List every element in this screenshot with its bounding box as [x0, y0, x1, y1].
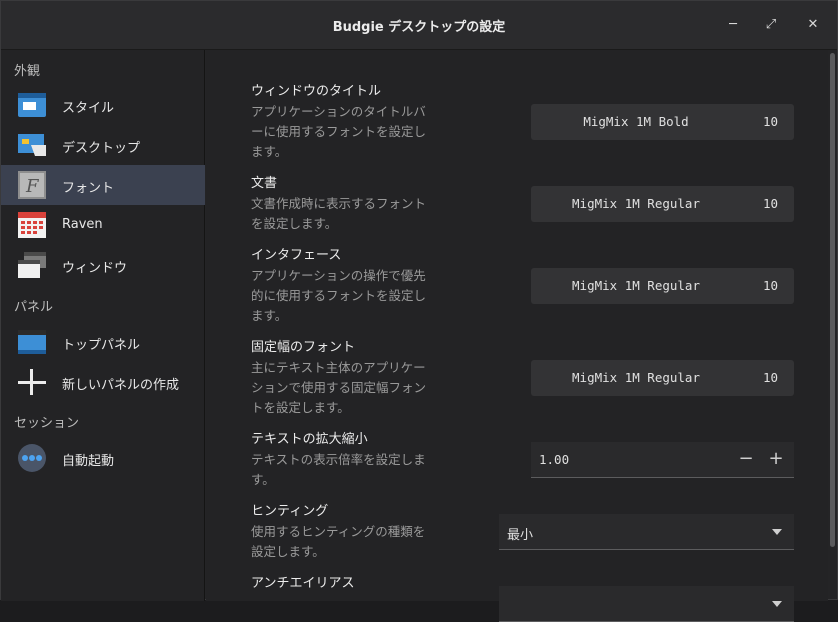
- scrollbar[interactable]: [830, 53, 835, 547]
- sidebar-item-label: ウィンドウ: [62, 261, 128, 276]
- plus-icon: [17, 368, 47, 396]
- title-bar[interactable]: Budgie デスクトップの設定 ─ ⤢ ✕: [1, 1, 837, 50]
- setting-title: 文書: [251, 176, 278, 191]
- sidebar-item-label: デスクトップ: [62, 141, 141, 156]
- increase-button[interactable]: +: [764, 448, 788, 472]
- setting-description: 主にテキスト主体のアプリケーションで使用する固定幅フォントを設定します。: [251, 360, 427, 415]
- maximize-button[interactable]: ⤢: [759, 13, 783, 37]
- interface-font-button[interactable]: MigMix 1M Regular 10: [531, 268, 794, 304]
- window-title-font-button[interactable]: MigMix 1M Bold 10: [531, 104, 794, 140]
- svg-text:F: F: [25, 176, 40, 197]
- desktop-icon: [17, 131, 47, 159]
- font-name: MigMix 1M Regular: [572, 370, 700, 385]
- font-name: MigMix 1M Regular: [572, 196, 700, 211]
- decrease-button[interactable]: −: [734, 448, 758, 472]
- setting-title: アンチエイリアス: [251, 576, 355, 591]
- font-name: MigMix 1M Regular: [572, 278, 700, 293]
- chevron-down-icon: [772, 529, 782, 535]
- sidebar-item-label: トップパネル: [62, 338, 141, 353]
- font-icon: F: [17, 171, 47, 199]
- setting-monospace: 固定幅のフォント 主にテキスト主体のアプリケーションで使用する固定幅フォントを設…: [251, 338, 426, 418]
- sidebar-item-window[interactable]: ウィンドウ: [1, 245, 205, 285]
- setting-interface: インタフェース アプリケーションの操作で優先的に使用するフォントを設定します。: [251, 246, 426, 326]
- sidebar-item-label: Raven: [62, 217, 103, 232]
- font-settings-panel: ウィンドウのタイトル アプリケーションのタイトルバーに使用するフォントを設定しま…: [206, 50, 828, 622]
- hinting-dropdown[interactable]: 最小: [499, 514, 794, 550]
- settings-window: Budgie デスクトップの設定 ─ ⤢ ✕ 外観 スタイル デスクトップ F …: [0, 0, 838, 622]
- section-appearance: 外観: [14, 64, 41, 79]
- setting-title: インタフェース: [251, 248, 342, 263]
- setting-title: ヒンティング: [251, 504, 329, 519]
- monospace-font-button[interactable]: MigMix 1M Regular 10: [531, 360, 794, 396]
- autostart-icon: [17, 444, 47, 472]
- setting-title: 固定幅のフォント: [251, 340, 356, 355]
- top-panel-icon: [17, 328, 47, 356]
- sidebar-item-style[interactable]: スタイル: [1, 85, 205, 125]
- font-size: 10: [762, 370, 778, 385]
- sidebar-item-font[interactable]: F フォント: [1, 165, 205, 205]
- sidebar-item-label: 自動起動: [62, 454, 115, 469]
- setting-text-scale: テキストの拡大縮小 テキストの表示倍率を設定します。: [251, 430, 426, 490]
- sidebar-item-desktop[interactable]: デスクトップ: [1, 125, 205, 165]
- sidebar-item-label: スタイル: [62, 101, 115, 116]
- font-size: 10: [762, 278, 778, 293]
- sidebar-item-raven[interactable]: Raven: [1, 205, 205, 245]
- setting-description: テキストの表示倍率を設定します。: [251, 452, 426, 487]
- section-session: セッション: [14, 416, 80, 431]
- sidebar-item-autostart[interactable]: 自動起動: [1, 438, 205, 478]
- sidebar-item-new-panel[interactable]: 新しいパネルの作成: [1, 362, 205, 402]
- calendar-icon: [17, 211, 47, 239]
- setting-description: 文書作成時に表示するフォントを設定します。: [251, 196, 427, 231]
- setting-document: 文書 文書作成時に表示するフォントを設定します。: [251, 174, 426, 234]
- sidebar-item-label: 新しいパネルの作成: [62, 378, 180, 393]
- setting-title: テキストの拡大縮小: [251, 432, 368, 447]
- text-scale-spinner[interactable]: 1.00 − +: [531, 442, 794, 478]
- setting-description: アプリケーションのタイトルバーに使用するフォントを設定します。: [251, 104, 427, 159]
- window-icon: [17, 251, 47, 279]
- minimize-button[interactable]: ─: [721, 13, 745, 37]
- font-size: 10: [762, 196, 778, 211]
- text-scale-value[interactable]: 1.00: [539, 452, 569, 467]
- sidebar-item-label: フォント: [62, 181, 115, 196]
- setting-antialiasing: アンチエイリアス: [251, 574, 426, 594]
- style-icon: [17, 91, 47, 119]
- window-title: Budgie デスクトップの設定: [332, 20, 506, 35]
- setting-title: ウィンドウのタイトル: [251, 84, 382, 99]
- chevron-down-icon: [772, 601, 782, 607]
- close-button[interactable]: ✕: [801, 13, 825, 37]
- font-size: 10: [762, 114, 778, 129]
- setting-description: アプリケーションの操作で優先的に使用するフォントを設定します。: [251, 268, 427, 323]
- antialiasing-dropdown[interactable]: [499, 586, 794, 622]
- setting-description: 使用するヒンティングの種類を設定します。: [251, 524, 426, 559]
- document-font-button[interactable]: MigMix 1M Regular 10: [531, 186, 794, 222]
- hinting-value: 最小: [507, 528, 534, 543]
- section-panel: パネル: [14, 300, 54, 315]
- font-name: MigMix 1M Bold: [583, 114, 689, 129]
- setting-hinting: ヒンティング 使用するヒンティングの種類を設定します。: [251, 502, 426, 562]
- setting-window-title: ウィンドウのタイトル アプリケーションのタイトルバーに使用するフォントを設定しま…: [251, 82, 426, 162]
- sidebar-item-top-panel[interactable]: トップパネル: [1, 322, 205, 362]
- sidebar: 外観 スタイル デスクトップ F フォント Raven ウィンドウ パネル トッ…: [1, 50, 205, 601]
